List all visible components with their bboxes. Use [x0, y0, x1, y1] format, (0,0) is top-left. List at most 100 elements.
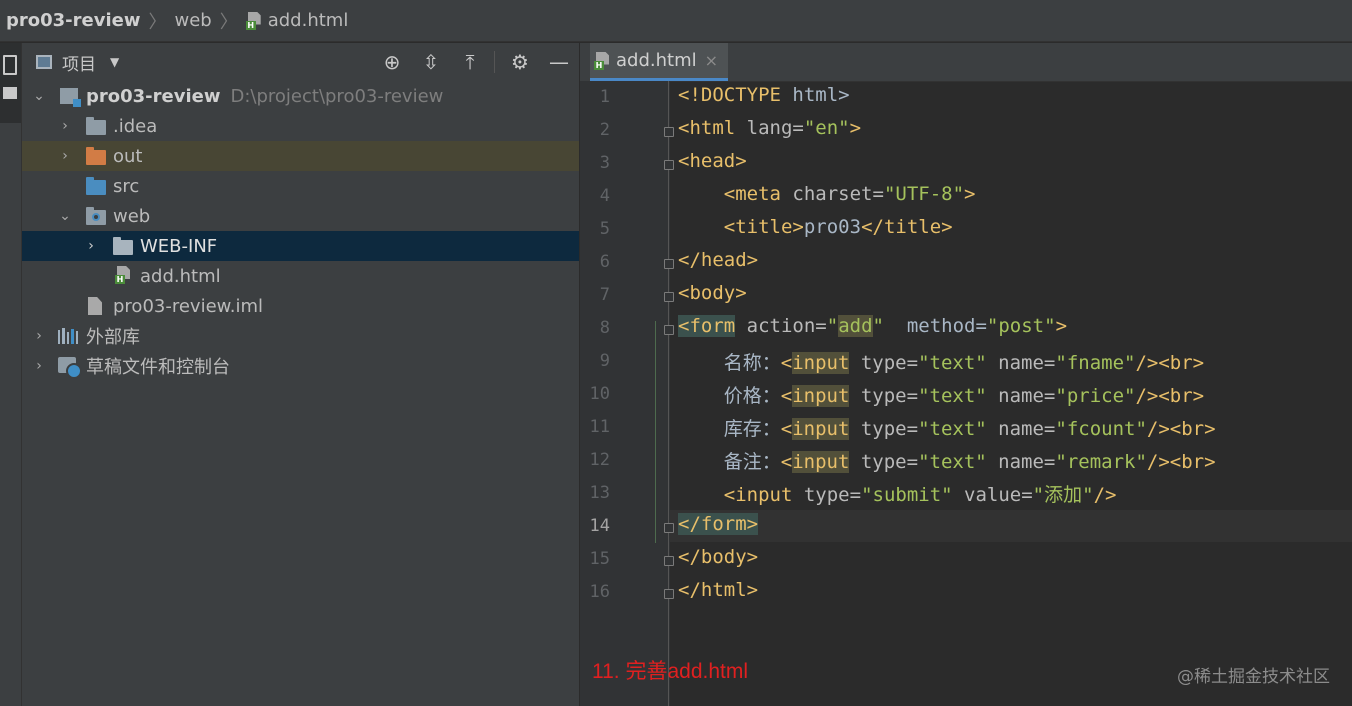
code-line[interactable]: 名称：<input type="text" name="fname"/><br>: [678, 348, 1204, 375]
project-stripe-icon: [3, 55, 17, 75]
tree-item-label: out: [113, 145, 143, 167]
scratches-icon: [58, 357, 82, 379]
expand-all-icon[interactable]: ⇳: [420, 51, 442, 73]
editor-tab-bar: H add.html ×: [580, 43, 1352, 82]
line-number: 2: [599, 120, 610, 140]
caret-row-highlight: [670, 510, 1352, 542]
code-line[interactable]: <input type="submit" value="添加"/>: [678, 480, 1117, 507]
code-line[interactable]: <title>pro03</title>: [678, 216, 953, 238]
line-number: 10: [589, 384, 610, 404]
project-panel: 项目 ▼ ⊕ ⇳ ⤒ ⚙ — ⌄ pro03-review D:\project\…: [22, 43, 579, 706]
project-tool-tab[interactable]: [0, 43, 21, 123]
fold-marker-icon[interactable]: [664, 523, 674, 533]
line-number: 13: [589, 483, 610, 503]
tree-item-web[interactable]: ⌄ web: [22, 201, 579, 231]
tree-item-out[interactable]: › out: [22, 141, 579, 171]
breadcrumb: pro03-review 〉 web 〉 H add.html: [0, 0, 1352, 42]
tree-item-webinf[interactable]: › WEB-INF: [22, 231, 579, 261]
tree-item-label: WEB-INF: [140, 235, 218, 257]
html-file-icon: H: [115, 266, 131, 284]
line-number: 7: [599, 285, 610, 305]
module-icon: [60, 88, 81, 107]
tree-item-label: 草稿文件和控制台: [86, 357, 230, 378]
code-line[interactable]: </html>: [678, 579, 758, 601]
tab-add-html[interactable]: H add.html ×: [590, 43, 729, 81]
tree-item-src[interactable]: src: [22, 171, 579, 201]
line-number: 6: [599, 252, 610, 272]
code-line[interactable]: <html lang="en">: [678, 117, 861, 139]
code-line[interactable]: 价格：<input type="text" name="price"/><br>: [678, 381, 1204, 408]
panel-title[interactable]: 项目: [62, 50, 96, 75]
chevron-right-icon[interactable]: ›: [84, 239, 98, 253]
watermark: @稀土掘金技术社区: [1177, 667, 1330, 687]
code-line[interactable]: 备注：<input type="text" name="remark"/><br…: [678, 447, 1216, 474]
line-number: 1: [599, 87, 610, 107]
chevron-down-icon[interactable]: ⌄: [58, 209, 72, 223]
code-line[interactable]: <meta charset="UTF-8">: [678, 183, 976, 205]
gear-icon[interactable]: ⚙: [509, 51, 531, 73]
line-number: 15: [589, 549, 610, 569]
source-folder-icon: [86, 177, 106, 195]
tree-item-label: .idea: [113, 115, 158, 137]
breadcrumb-folder[interactable]: web: [174, 10, 211, 31]
breadcrumb-separator-icon: 〉: [148, 11, 167, 33]
code-line[interactable]: 库存：<input type="text" name="fcount"/><br…: [678, 414, 1216, 441]
fold-marker-icon[interactable]: [664, 160, 674, 170]
code-line[interactable]: </body>: [678, 546, 758, 568]
project-view-icon: [36, 55, 52, 69]
tree-item-scratches[interactable]: › 草稿文件和控制台: [22, 351, 579, 381]
fold-marker-icon[interactable]: [664, 556, 674, 566]
tree-item-external-libs[interactable]: › 外部库: [22, 321, 579, 351]
chevron-right-icon[interactable]: ›: [58, 119, 72, 133]
fold-gutter-line: [668, 81, 669, 706]
chevron-down-icon[interactable]: ⌄: [32, 89, 46, 103]
breadcrumb-file-label: add.html: [267, 10, 349, 31]
html-file-icon: H: [245, 11, 262, 30]
tree-item-label: add.html: [140, 265, 221, 287]
fold-marker-icon[interactable]: [664, 292, 674, 302]
code-line[interactable]: <form action="add" method="post">: [678, 315, 1067, 337]
annotation-note: 11. 完善add.html: [592, 660, 749, 683]
tree-item-iml[interactable]: pro03-review.iml: [22, 291, 579, 321]
code-line[interactable]: <head>: [678, 150, 747, 172]
breadcrumb-file[interactable]: H add.html: [245, 10, 349, 31]
excluded-folder-icon: [86, 147, 106, 165]
line-number: 8: [599, 318, 610, 338]
line-number: 4: [599, 186, 610, 206]
fold-marker-icon[interactable]: [664, 325, 674, 335]
code-line[interactable]: </form>: [678, 513, 759, 535]
collapse-all-icon[interactable]: ⤒: [459, 51, 481, 73]
code-line[interactable]: </head>: [678, 249, 758, 271]
line-number: 9: [599, 351, 610, 371]
fold-marker-icon[interactable]: [664, 127, 674, 137]
chevron-right-icon[interactable]: ›: [32, 359, 46, 373]
scope-indicator: [655, 321, 656, 543]
folder-icon: [113, 237, 133, 255]
caret-down-icon[interactable]: ▼: [110, 55, 119, 69]
root-name: pro03-review: [86, 85, 221, 107]
fold-marker-icon[interactable]: [664, 259, 674, 269]
editor: H add.html × 1 2 3 4 5 6 7 8 9 10 11 12 13 14 15 16 <!D…: [580, 43, 1352, 706]
web-folder-icon: [86, 207, 106, 225]
folder-stripe-icon: [3, 87, 17, 99]
code-line[interactable]: <body>: [678, 282, 747, 304]
tool-window-stripe: [0, 43, 22, 706]
tree-item-label: web: [113, 205, 151, 227]
fold-marker-icon[interactable]: [664, 589, 674, 599]
root-path: D:\project\pro03-review: [230, 85, 444, 107]
breadcrumb-project[interactable]: pro03-review: [6, 10, 140, 31]
locate-icon[interactable]: ⊕: [381, 51, 403, 73]
chevron-right-icon[interactable]: ›: [58, 149, 72, 163]
tree-root-label: pro03-review D:\project\pro03-review: [86, 86, 443, 107]
line-number: 5: [599, 219, 610, 239]
tree-item-idea[interactable]: › .idea: [22, 111, 579, 141]
tree-item-root[interactable]: ⌄ pro03-review D:\project\pro03-review: [22, 81, 579, 111]
html-file-icon: H: [594, 51, 610, 70]
minimize-icon[interactable]: —: [548, 51, 570, 73]
breadcrumb-separator-icon: 〉: [219, 11, 238, 33]
panel-header: 项目 ▼ ⊕ ⇳ ⤒ ⚙ —: [22, 43, 579, 81]
chevron-right-icon[interactable]: ›: [32, 329, 46, 343]
tree-item-addhtml[interactable]: H add.html: [22, 261, 579, 291]
close-icon[interactable]: ×: [705, 51, 718, 70]
code-line[interactable]: <!DOCTYPE html>: [678, 84, 850, 106]
